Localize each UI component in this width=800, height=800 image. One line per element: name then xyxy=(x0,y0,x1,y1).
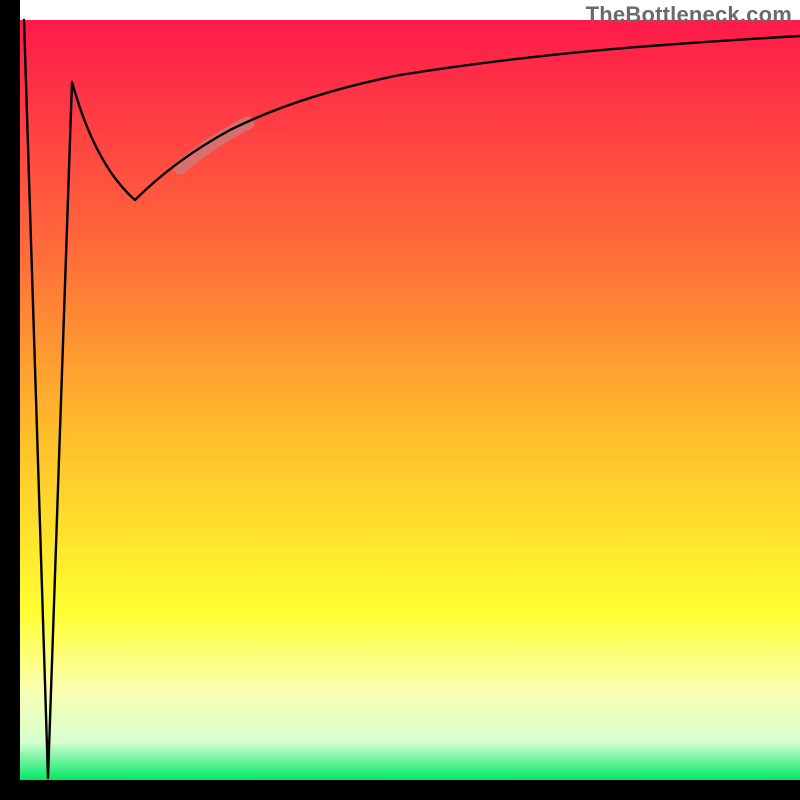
x-axis xyxy=(0,780,800,800)
plot-background xyxy=(20,20,800,780)
watermark-text: TheBottleneck.com xyxy=(586,2,792,28)
bottleneck-chart xyxy=(0,0,800,800)
chart-container: TheBottleneck.com xyxy=(0,0,800,800)
y-axis xyxy=(0,0,20,800)
